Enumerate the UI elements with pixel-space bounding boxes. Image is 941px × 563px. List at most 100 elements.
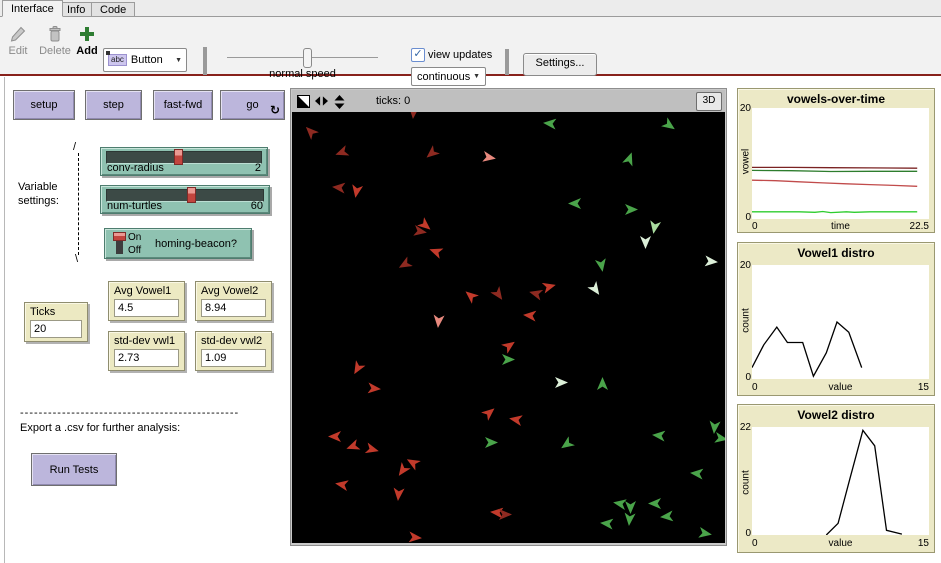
monitor-avg-vowel1: Avg Vowel1 4.5: [108, 281, 185, 321]
update-mode-dropdown[interactable]: continuous ▼: [411, 67, 486, 86]
turtle: [558, 436, 575, 452]
go-button-label: go: [246, 99, 258, 111]
tab-interface[interactable]: Interface: [2, 0, 63, 17]
turtle: [523, 309, 537, 321]
slider-conv-radius[interactable]: conv-radius 2: [100, 147, 268, 176]
toolbar-separator: [505, 49, 509, 75]
delete-button-label: Delete: [39, 45, 71, 57]
turtle: [482, 151, 497, 164]
turtle: [490, 286, 506, 303]
view-updates-label: view updates: [428, 49, 492, 61]
turtle: [528, 287, 543, 301]
plot-series-vowel1-count: [752, 322, 862, 376]
monitor-label: Avg Vowel1: [114, 285, 179, 297]
slider-label: num-turtles: [107, 200, 162, 212]
turtle: [698, 527, 713, 540]
update-mode-value: continuous: [417, 71, 470, 83]
x-axis-label: value: [752, 538, 929, 549]
monitor-avg-vowel2: Avg Vowel2 8.94: [195, 281, 272, 321]
horizontal-resize-icon[interactable]: [315, 95, 328, 108]
turtle: [394, 462, 410, 479]
y-tick-min: 0: [738, 212, 751, 223]
plot-area: [752, 427, 929, 535]
forever-icon: ↻: [270, 104, 280, 116]
turtle: [648, 220, 661, 235]
turtle: [714, 432, 725, 445]
speed-slider-handle[interactable]: [303, 48, 312, 68]
app: { "tabs": [ {"label": "Interface", "acti…: [0, 0, 941, 563]
turtle: [648, 498, 661, 509]
tab-code[interactable]: Code: [91, 2, 135, 17]
turtle: [595, 258, 608, 273]
turtle: [502, 354, 515, 365]
variable-settings-label: Variable settings:: [18, 180, 76, 208]
turtle: [368, 382, 382, 394]
edit-button-label: Edit: [9, 45, 28, 57]
export-note: Export a .csv for further analysis:: [20, 422, 180, 434]
turtle: [555, 377, 568, 388]
turtle: [705, 255, 719, 267]
add-button-label: Add: [76, 45, 97, 57]
button-widget-icon: abc: [108, 54, 127, 66]
panel-left-border: [4, 77, 5, 563]
add-button[interactable]: Add: [74, 25, 100, 57]
go-button[interactable]: go ↻: [220, 90, 285, 120]
turtle: [623, 513, 635, 527]
fast-fwd-button-label: fast-fwd: [164, 99, 203, 111]
turtle: [345, 439, 361, 454]
plus-icon: [78, 25, 96, 43]
view-updates-checkbox[interactable]: ✓: [411, 48, 425, 62]
slider-value: 60: [251, 200, 263, 212]
trash-icon: [46, 25, 64, 43]
slider-num-turtles[interactable]: num-turtles 60: [100, 185, 270, 214]
turtle: [499, 509, 512, 520]
step-button[interactable]: step: [85, 90, 142, 120]
speed-slider-label: normal speed: [240, 68, 365, 80]
monitor-label: Avg Vowel2: [201, 285, 266, 297]
setup-button[interactable]: setup: [13, 90, 75, 120]
turtle: [409, 531, 423, 543]
monitor-ticks: Ticks 20: [24, 302, 88, 342]
plot-vowels-over-time: vowels-over-time 20 0 vowel 0 22.5 time: [737, 88, 935, 233]
turtle: [652, 429, 666, 441]
tab-interface-label: Interface: [11, 3, 54, 15]
y-axis-label: count: [741, 291, 752, 351]
turtle: [625, 204, 638, 215]
view-3d-button[interactable]: 3D: [696, 92, 722, 111]
toggle-knob-icon[interactable]: [113, 232, 126, 241]
fast-fwd-button[interactable]: fast-fwd: [153, 90, 213, 120]
y-axis-label: vowel: [741, 132, 752, 192]
delete-button[interactable]: Delete: [36, 25, 74, 57]
run-tests-button[interactable]: Run Tests: [31, 453, 117, 486]
tab-info-label: Info: [67, 4, 85, 16]
y-tick-min: 0: [738, 372, 751, 383]
turtle: [622, 151, 637, 167]
toolbar: Edit Delete Add abc Button ▼ normal spee…: [0, 17, 941, 76]
turtle: [428, 244, 444, 259]
turtle: [302, 123, 319, 140]
y-tick-max: 20: [738, 260, 751, 271]
turtle: [350, 184, 363, 199]
settings-button[interactable]: Settings...: [523, 53, 597, 76]
plot-series-vowel2-avg-dark-green: [752, 170, 917, 171]
corner-resize-icon[interactable]: [297, 95, 310, 108]
tab-code-label: Code: [100, 4, 126, 16]
turtle: [332, 181, 346, 193]
tab-bar: Interface Info Code: [0, 0, 941, 17]
turtle: [600, 517, 614, 529]
turtle: [501, 337, 518, 353]
pencil-icon: [9, 25, 27, 43]
widget-type-dropdown[interactable]: abc Button ▼: [103, 48, 187, 72]
bracket-line: [78, 153, 79, 255]
world-view[interactable]: [292, 112, 725, 543]
chevron-down-icon: ▼: [473, 73, 480, 80]
turtle: [690, 467, 704, 479]
switch-homing-beacon[interactable]: On Off homing-beacon?: [104, 228, 252, 259]
turtle: [396, 256, 413, 272]
turtle: [542, 280, 557, 294]
vertical-resize-icon[interactable]: [333, 95, 346, 108]
tab-info[interactable]: Info: [58, 2, 94, 17]
turtle: [328, 431, 341, 442]
plot-title: Vowel2 distro: [738, 408, 934, 422]
edit-button[interactable]: Edit: [4, 25, 32, 57]
